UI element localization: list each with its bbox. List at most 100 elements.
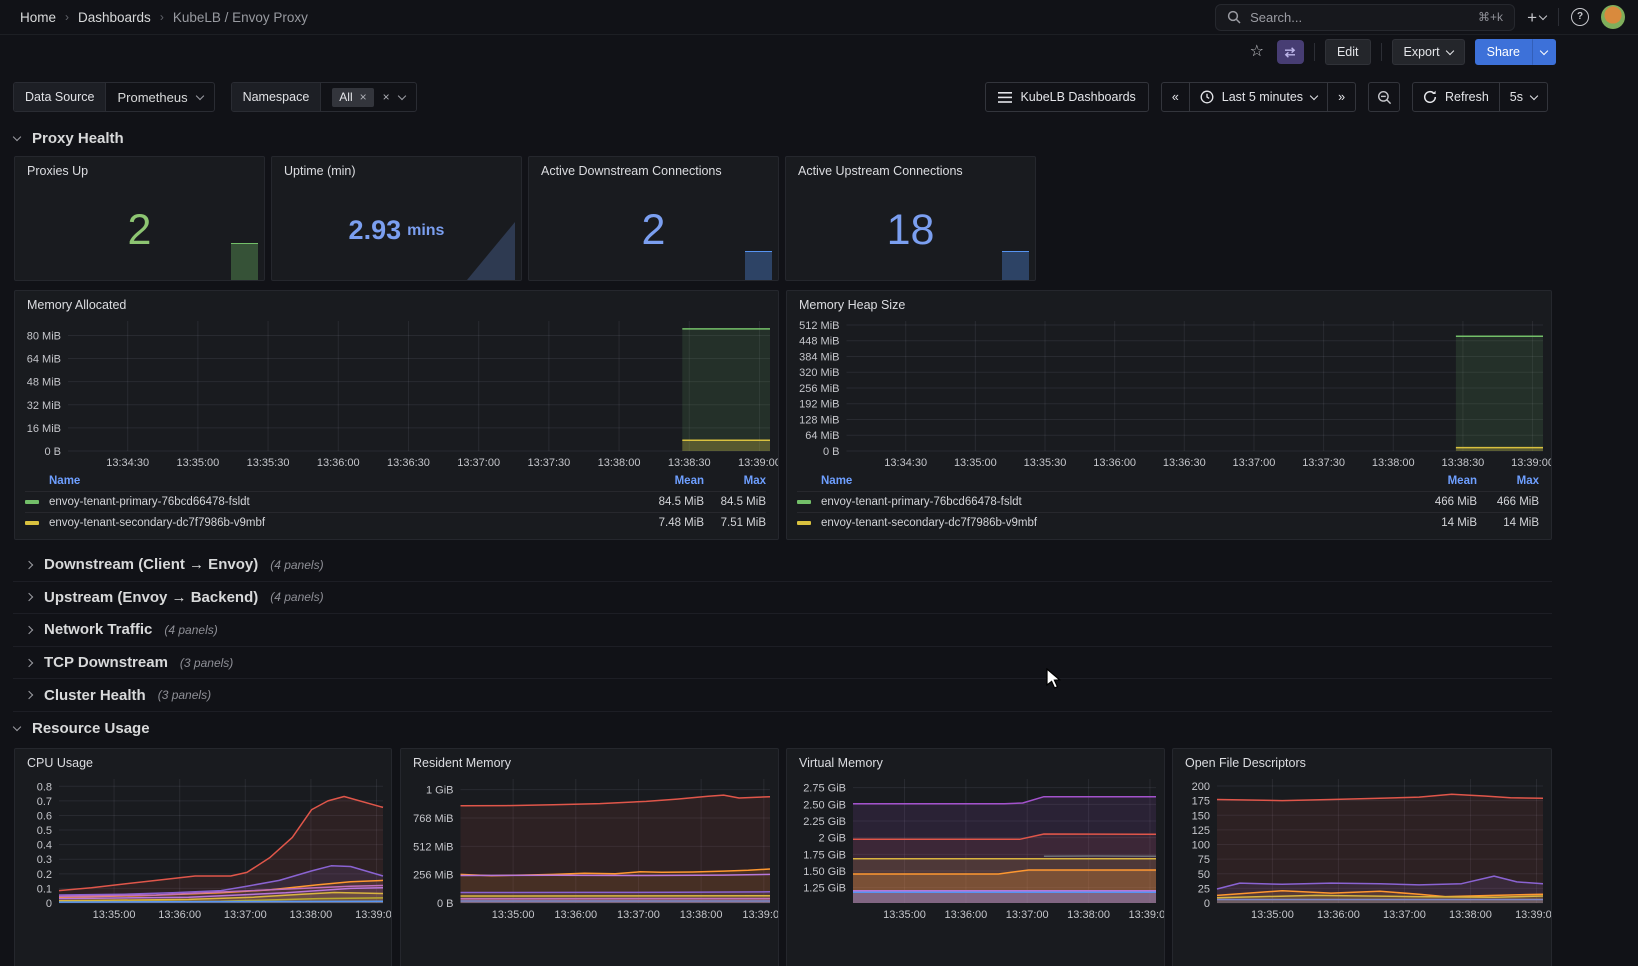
legend-col-name[interactable]: Name <box>821 475 1403 487</box>
star-icon: ☆ <box>1250 44 1264 60</box>
legend-col-name[interactable]: Name <box>49 475 630 487</box>
breadcrumb-separator: › <box>65 10 69 24</box>
panel-title: Memory Heap Size <box>787 291 1551 315</box>
variable-controls: Data Source Prometheus Namespace All× × <box>13 82 417 112</box>
time-range-picker[interactable]: Last 5 minutes <box>1190 83 1328 111</box>
svg-text:150: 150 <box>1192 810 1210 822</box>
section-title: Cluster Health <box>44 687 146 704</box>
svg-text:320 MiB: 320 MiB <box>799 367 839 379</box>
panel-title: Proxies Up <box>15 157 264 181</box>
search-input[interactable]: Search... ⌘+k <box>1215 4 1515 31</box>
svg-text:1.75 GiB: 1.75 GiB <box>803 849 846 861</box>
legend-col-max[interactable]: Max <box>1477 475 1539 487</box>
namespace-chip[interactable]: All× <box>332 88 373 107</box>
cpu-usage-chart[interactable]: 13:35:0013:36:0013:37:0013:38:0013:39:00… <box>15 773 391 923</box>
kubelb-dashboards-button[interactable]: KubeLB Dashboards <box>985 82 1148 112</box>
svg-text:13:39:00: 13:39:00 <box>1511 457 1551 469</box>
open-file-descriptors-chart[interactable]: 13:35:0013:36:0013:37:0013:38:0013:39:00… <box>1173 773 1551 923</box>
memory-allocated-chart[interactable]: 13:34:3013:35:0013:35:3013:36:0013:36:30… <box>15 315 778 471</box>
panel-resident-memory[interactable]: Resident Memory 13:35:0013:36:0013:37:00… <box>400 748 779 966</box>
svg-text:1.25 GiB: 1.25 GiB <box>803 883 846 895</box>
svg-text:13:39:00: 13:39:00 <box>1515 909 1551 921</box>
panel-memory-allocated[interactable]: Memory Allocated 13:34:3013:35:0013:35:3… <box>14 290 779 540</box>
section-title: Network Traffic <box>44 621 152 638</box>
panel-uptime[interactable]: Uptime (min) 2.93 mins <box>271 156 522 281</box>
section-cluster-health[interactable]: Cluster Health (3 panels) <box>13 679 1552 712</box>
svg-text:13:35:30: 13:35:30 <box>247 457 290 469</box>
chip-remove-icon[interactable]: × <box>360 91 367 103</box>
divider <box>1314 43 1315 61</box>
svg-text:13:36:00: 13:36:00 <box>554 909 597 921</box>
panel-active-upstream-connections[interactable]: Active Upstream Connections 18 <box>785 156 1036 281</box>
edit-button[interactable]: Edit <box>1325 39 1371 65</box>
svg-text:13:38:00: 13:38:00 <box>1449 909 1492 921</box>
section-resource-usage[interactable]: Resource Usage <box>14 720 150 737</box>
share-button[interactable]: Share <box>1475 39 1532 65</box>
favorite-star-button[interactable]: ☆ <box>1247 41 1267 63</box>
panel-active-downstream-connections[interactable]: Active Downstream Connections 2 <box>528 156 779 281</box>
memory-heap-size-chart[interactable]: 13:34:3013:35:0013:35:3013:36:0013:36:30… <box>787 315 1551 471</box>
add-button[interactable]: + <box>1524 6 1549 29</box>
section-proxy-health[interactable]: Proxy Health <box>14 130 124 147</box>
legend-row[interactable]: envoy-tenant-secondary-dc7f7986b-v9mbf 7… <box>25 512 766 533</box>
legend-row[interactable]: envoy-tenant-primary-76bcd66478-fsldt 84… <box>25 491 766 512</box>
panel-proxies-up[interactable]: Proxies Up 2 <box>14 156 265 281</box>
export-button[interactable]: Export <box>1392 39 1465 65</box>
svg-text:25: 25 <box>1198 883 1210 895</box>
help-button[interactable]: ? <box>1568 5 1592 29</box>
refresh-interval-picker[interactable]: 5s <box>1500 83 1547 111</box>
series-mean: 84.5 MiB <box>630 496 704 508</box>
panel-memory-heap-size[interactable]: Memory Heap Size 13:34:3013:35:0013:35:3… <box>786 290 1552 540</box>
svg-text:48 MiB: 48 MiB <box>27 377 61 389</box>
datasource-value[interactable]: Prometheus <box>106 83 213 111</box>
series-name: envoy-tenant-secondary-dc7f7986b-v9mbf <box>821 517 1403 529</box>
svg-text:13:37:00: 13:37:00 <box>224 909 267 921</box>
svg-text:2.25 GiB: 2.25 GiB <box>803 816 846 828</box>
svg-text:13:36:00: 13:36:00 <box>1093 457 1136 469</box>
legend-row[interactable]: envoy-tenant-secondary-dc7f7986b-v9mbf 1… <box>797 512 1539 533</box>
svg-text:13:38:00: 13:38:00 <box>1372 457 1415 469</box>
panel-virtual-memory[interactable]: Virtual Memory 13:35:0013:36:0013:37:001… <box>786 748 1165 966</box>
panel-title: Active Upstream Connections <box>786 157 1035 181</box>
virtual-memory-chart[interactable]: 13:35:0013:36:0013:37:0013:38:0013:39:00… <box>787 773 1164 923</box>
breadcrumb-separator: › <box>160 10 164 24</box>
share-menu-button[interactable] <box>1532 39 1556 65</box>
legend-col-mean[interactable]: Mean <box>630 475 704 487</box>
section-downstream-client-envoy[interactable]: Downstream (Client → Envoy) (4 panels) <box>13 549 1552 582</box>
namespace-label: Namespace <box>232 83 322 111</box>
stat-unit: mins <box>407 222 444 240</box>
search-icon <box>1227 10 1241 24</box>
shared-toggle-button[interactable] <box>1277 40 1304 64</box>
export-label: Export <box>1404 45 1440 59</box>
breadcrumb-home[interactable]: Home <box>20 10 56 25</box>
legend-col-max[interactable]: Max <box>704 475 766 487</box>
panel-cpu-usage[interactable]: CPU Usage 13:35:0013:36:0013:37:0013:38:… <box>14 748 392 966</box>
chevron-down-icon <box>1310 91 1318 99</box>
resident-memory-chart[interactable]: 13:35:0013:36:0013:37:0013:38:0013:39:00… <box>401 773 778 923</box>
svg-text:13:37:00: 13:37:00 <box>457 457 500 469</box>
svg-text:16 MiB: 16 MiB <box>27 423 61 435</box>
svg-text:192 MiB: 192 MiB <box>799 399 839 411</box>
section-upstream-envoy-backend[interactable]: Upstream (Envoy → Backend) (4 panels) <box>13 582 1552 615</box>
plus-icon: + <box>1527 9 1537 26</box>
refresh-button[interactable]: Refresh <box>1413 83 1500 111</box>
namespace-picker[interactable]: Namespace All× × <box>231 82 417 112</box>
datasource-picker[interactable]: Data Source Prometheus <box>13 82 215 112</box>
section-network-traffic[interactable]: Network Traffic (4 panels) <box>13 614 1552 647</box>
series-color-dash <box>25 521 39 525</box>
clock-icon <box>1200 90 1214 104</box>
divider <box>1381 43 1382 61</box>
section-tcp-downstream[interactable]: TCP Downstream (3 panels) <box>13 647 1552 680</box>
clear-selection-icon[interactable]: × <box>383 91 390 103</box>
zoom-out-button[interactable] <box>1368 82 1400 112</box>
time-shift-back-button[interactable]: « <box>1162 83 1190 111</box>
series-mean: 466 MiB <box>1403 496 1477 508</box>
legend-row[interactable]: envoy-tenant-primary-76bcd66478-fsldt 46… <box>797 491 1539 512</box>
legend-col-mean[interactable]: Mean <box>1403 475 1477 487</box>
panel-open-file-descriptors[interactable]: Open File Descriptors 13:35:0013:36:0013… <box>1172 748 1552 966</box>
namespace-value[interactable]: All× × <box>321 83 415 111</box>
svg-text:0.1: 0.1 <box>37 883 52 895</box>
avatar[interactable] <box>1601 5 1625 29</box>
time-shift-forward-button[interactable]: » <box>1328 83 1355 111</box>
breadcrumb-dashboards[interactable]: Dashboards <box>78 10 151 25</box>
